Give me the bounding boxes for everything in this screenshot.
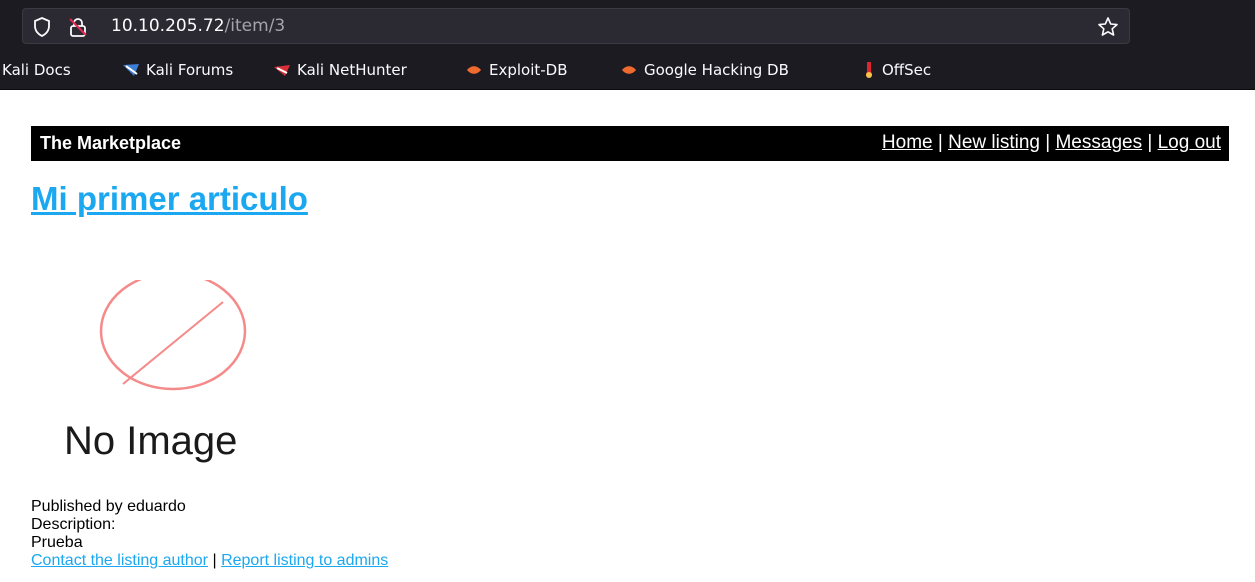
listing-actions: Contact the listing author | Report list… xyxy=(31,552,388,570)
description-label: Description: xyxy=(31,516,116,533)
nav-new-listing-link[interactable]: New listing xyxy=(948,132,1040,153)
no-image-slash xyxy=(122,301,224,385)
insecure-lock-icon[interactable] xyxy=(67,16,89,38)
offsec-icon xyxy=(866,62,872,78)
site-nav: Home | New listing | Messages | Log out xyxy=(882,132,1221,154)
shield-icon[interactable] xyxy=(33,17,51,37)
actions-separator: | xyxy=(212,552,222,569)
nav-separator: | xyxy=(937,132,949,153)
no-image-circle-icon xyxy=(99,280,247,391)
bookmark-exploit-db[interactable]: Exploit-DB xyxy=(465,61,568,79)
nav-messages-link[interactable]: Messages xyxy=(1055,132,1142,153)
site-title: The Marketplace xyxy=(40,133,182,153)
address-bar[interactable]: 10.10.205.72/item/3 xyxy=(22,8,1130,44)
google-hacking-db-icon xyxy=(622,66,636,74)
nav-home-link[interactable]: Home xyxy=(882,132,933,153)
listing-title-link[interactable]: Mi primer articulo xyxy=(31,180,308,218)
nav-separator: | xyxy=(1045,132,1056,153)
bookmark-kali-forums[interactable]: Kali Forums xyxy=(122,61,233,79)
bookmark-label: Google Hacking DB xyxy=(644,61,789,79)
bookmarks-toolbar: Kali Docs Kali Forums Kali NetHunter Exp… xyxy=(0,52,1255,90)
no-image-placeholder: No Image xyxy=(64,280,247,463)
bookmark-kali-docs[interactable]: Kali Docs xyxy=(2,61,71,79)
description-text: Prueba xyxy=(31,534,83,551)
url-path: /item/3 xyxy=(224,16,286,36)
published-by-text: Published by eduardo xyxy=(31,498,186,515)
bookmark-offsec[interactable]: OffSec xyxy=(862,61,931,79)
url-host: 10.10.205.72 xyxy=(111,16,225,36)
browser-toolbar: 10.10.205.72/item/3 xyxy=(0,0,1255,52)
bookmark-label: Exploit-DB xyxy=(489,61,568,79)
bookmark-label: Kali NetHunter xyxy=(297,61,407,79)
bookmark-kali-nethunter[interactable]: Kali NetHunter xyxy=(273,61,407,79)
contact-author-link[interactable]: Contact the listing author xyxy=(31,552,208,569)
bookmark-star-icon[interactable] xyxy=(1097,16,1119,38)
bookmark-label: OffSec xyxy=(882,61,932,79)
kali-nethunter-icon xyxy=(274,65,290,76)
bookmark-google-hacking-db[interactable]: Google Hacking DB xyxy=(620,61,789,79)
url-text[interactable]: 10.10.205.72/item/3 xyxy=(111,16,285,36)
nav-logout-link[interactable]: Log out xyxy=(1158,132,1221,153)
no-image-text: No Image xyxy=(64,419,237,463)
bookmark-label: Kali Forums xyxy=(146,61,234,79)
kali-forums-icon xyxy=(123,64,139,76)
report-listing-link[interactable]: Report listing to admins xyxy=(221,552,388,569)
bookmark-label: Kali Docs xyxy=(2,61,71,79)
nav-separator: | xyxy=(1147,132,1158,153)
listing-details: Published by eduardo Description: Prueba… xyxy=(31,498,388,570)
exploit-db-icon xyxy=(467,66,481,74)
site-header: The Marketplace Home | New listing | Mes… xyxy=(31,126,1229,161)
